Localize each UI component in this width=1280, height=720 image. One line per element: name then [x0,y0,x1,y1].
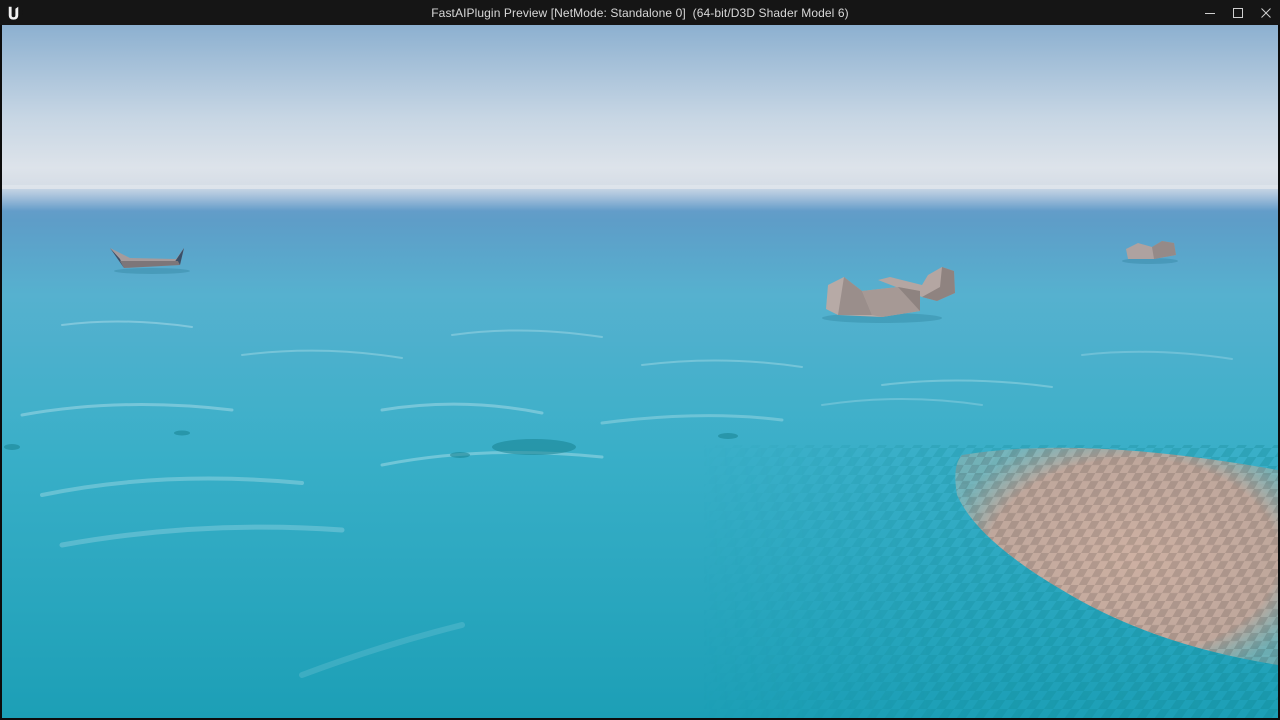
unreal-engine-logo-icon [4,3,23,22]
maximize-button[interactable] [1224,0,1252,25]
minimize-icon [1205,12,1215,14]
game-viewport[interactable] [2,25,1278,718]
window-controls [1196,0,1280,25]
minimize-button[interactable] [1196,0,1224,25]
horizon-haze [2,185,1278,211]
sky [2,25,1278,193]
game-window: FastAIPlugin Preview [NetMode: Standalon… [0,0,1280,720]
close-icon [1261,7,1271,18]
close-button[interactable] [1252,0,1280,25]
ocean-scene [2,25,1278,718]
window-title: FastAIPlugin Preview [NetMode: Standalon… [431,5,849,20]
maximize-icon [1233,7,1243,18]
title-bar[interactable]: FastAIPlugin Preview [NetMode: Standalon… [0,0,1280,25]
